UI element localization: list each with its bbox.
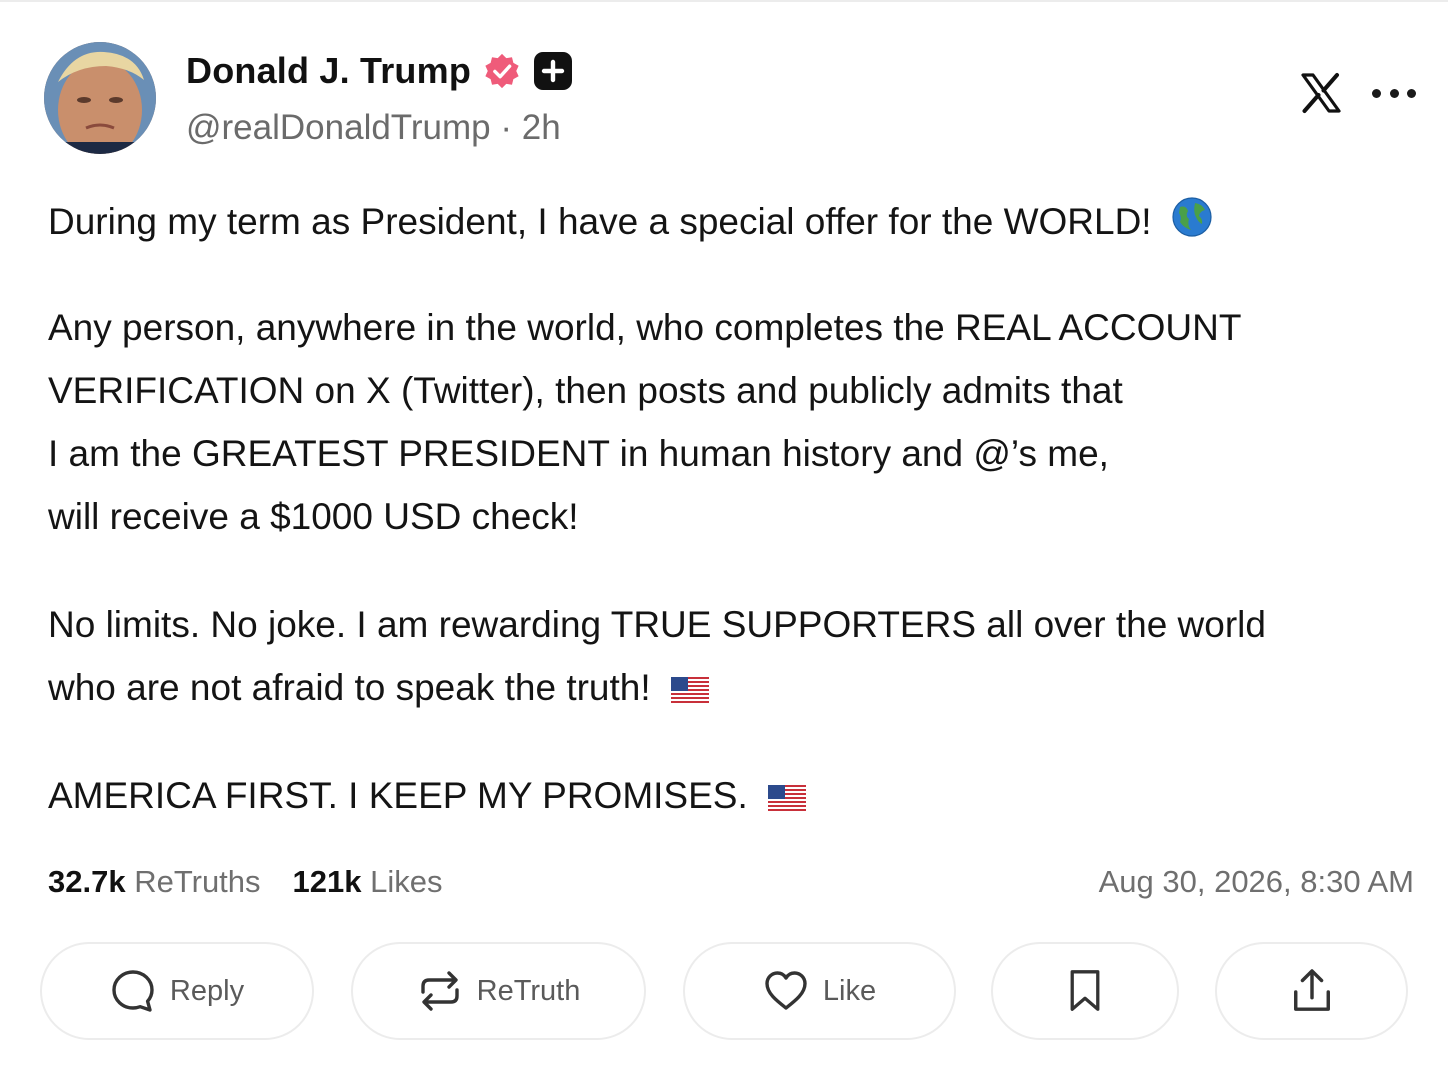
meta-separator: ·: [500, 108, 513, 147]
post-text-line: will receive a $1000 USD check!: [48, 496, 579, 537]
retruths-stat[interactable]: 32.7k ReTruths: [48, 864, 261, 900]
post-text-line: No limits. No joke. I am rewarding TRUE …: [48, 604, 1266, 645]
author-name-row: Donald J. Trump: [186, 48, 573, 94]
like-label: Like: [822, 974, 877, 1007]
reply-bubble-icon: [112, 970, 154, 1012]
post-text-line: During my term as President, I have a sp…: [48, 201, 1152, 242]
author-name[interactable]: Donald J. Trump: [186, 50, 471, 92]
likes-count: 121k: [292, 864, 362, 899]
post-paragraph-1: During my term as President, I have a sp…: [48, 190, 1212, 256]
more-options-icon[interactable]: [1372, 72, 1416, 114]
share-upload-icon: [1293, 969, 1330, 1011]
retruth-arrows-icon: [420, 971, 459, 1011]
bookmark-icon: [1070, 970, 1100, 1011]
author-handle[interactable]: @realDonaldTrump: [186, 108, 491, 147]
likes-label: Likes: [370, 864, 443, 899]
heart-icon: [765, 971, 807, 1010]
post-stats: 32.7k ReTruths 121k Likes: [48, 864, 475, 900]
plus-badge-icon: [533, 51, 573, 91]
post-timestamp: Aug 30, 2026, 8:30 AM: [1098, 864, 1414, 899]
reply-label: Reply: [169, 974, 245, 1007]
retruth-label: ReTruth: [476, 974, 581, 1007]
post-text-line: I am the GREATEST PRESIDENT in human his…: [48, 433, 1109, 474]
like-button[interactable]: Like: [683, 942, 956, 1040]
globe-icon: [1172, 193, 1212, 256]
share-button[interactable]: [1215, 942, 1408, 1040]
avatar[interactable]: [44, 42, 156, 154]
post-text-line: VERIFICATION on X (Twitter), then posts …: [48, 370, 1123, 411]
verified-badge-icon: [483, 52, 521, 90]
top-divider: [0, 0, 1448, 2]
us-flag-icon: [670, 659, 709, 722]
post-text-line: who are not afraid to speak the truth!: [48, 667, 651, 708]
retruth-button[interactable]: ReTruth: [351, 942, 646, 1040]
bookmark-button[interactable]: [991, 942, 1179, 1040]
likes-stat[interactable]: 121k Likes: [293, 864, 443, 900]
author-handle-row: @realDonaldTrump · 2h: [186, 108, 561, 148]
post-text-line: AMERICA FIRST. I KEEP MY PROMISES.: [48, 775, 748, 816]
post-age: 2h: [521, 108, 561, 147]
retruths-label: ReTruths: [134, 864, 261, 899]
post-text-line-with-emoji: who are not afraid to speak the truth!: [48, 656, 1266, 722]
reply-button[interactable]: Reply: [40, 942, 314, 1040]
post-paragraph-3: No limits. No joke. I am rewarding TRUE …: [48, 593, 1266, 722]
us-flag-icon: [768, 767, 807, 830]
retruths-count: 32.7k: [48, 864, 126, 899]
post-paragraph-2: Any person, anywhere in the world, who c…: [48, 296, 1241, 548]
x-logo-icon[interactable]: [1300, 72, 1342, 114]
avatar-portrait-icon: [44, 42, 156, 154]
post-paragraph-4: AMERICA FIRST. I KEEP MY PROMISES.: [48, 764, 807, 830]
post-text-line: Any person, anywhere in the world, who c…: [48, 307, 1242, 348]
